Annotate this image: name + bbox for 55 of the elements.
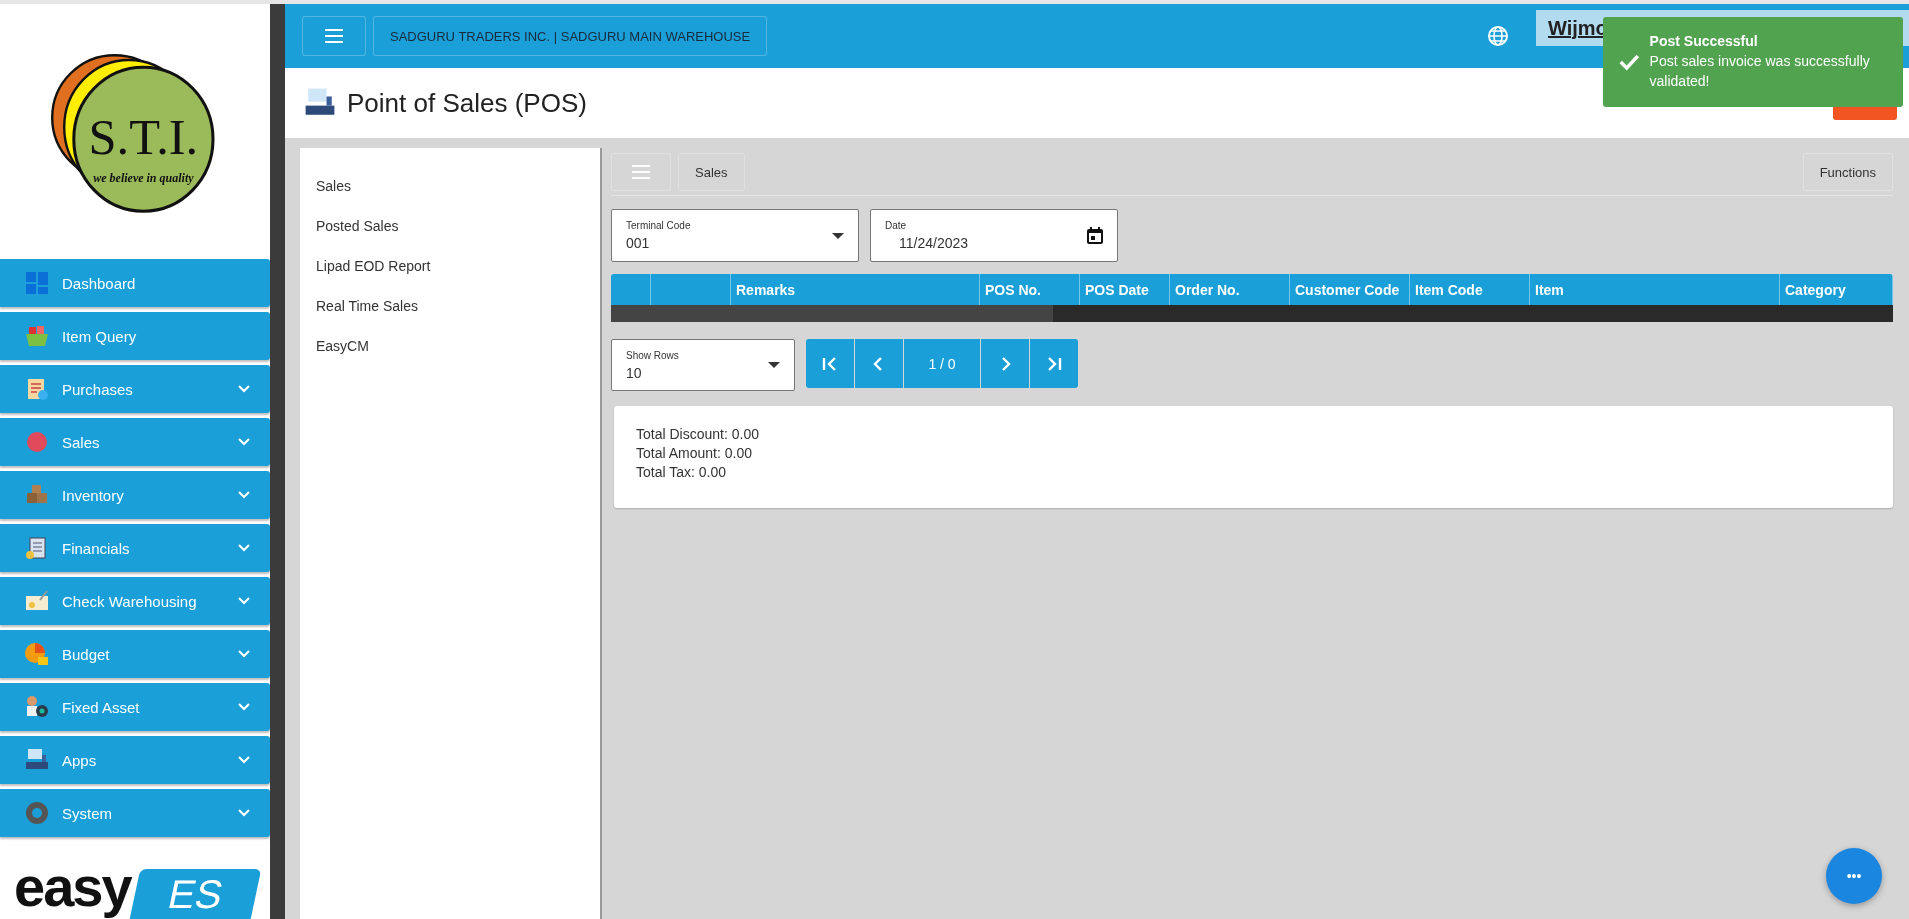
checkmark-icon <box>1619 53 1640 71</box>
side-menu-item[interactable]: Real Time Sales <box>300 286 600 326</box>
basket-icon <box>24 323 50 349</box>
dropdown-arrow-icon <box>768 362 780 368</box>
chevron-down-icon <box>238 438 250 446</box>
sidebar-item[interactable]: Sales <box>0 418 270 466</box>
date-field[interactable]: Date 11/24/2023 <box>870 209 1118 262</box>
last-page-icon <box>1046 356 1062 371</box>
page-title: Point of Sales (POS) <box>347 87 588 119</box>
total-text: Total Discount: 0.00 <box>636 426 760 442</box>
total-text: Total Tax: 0.00 <box>636 464 728 480</box>
dropdown-arrow-icon <box>832 232 844 239</box>
menu-icon <box>632 165 650 179</box>
chevron-down-icon <box>238 809 250 817</box>
chevron-down-icon <box>238 544 250 552</box>
sidebar-item[interactable]: Fixed Asset <box>0 683 270 731</box>
person-gear-icon <box>24 694 50 720</box>
horizontal-scrollbar[interactable] <box>611 305 1893 322</box>
menu-button[interactable] <box>611 153 671 191</box>
side-menu-item[interactable]: Sales <box>300 166 600 206</box>
sidebar-item[interactable]: Check Warehousing <box>0 577 270 625</box>
side-menu-item[interactable]: EasyCM <box>300 326 600 366</box>
page-indicator: 1 / 0 <box>904 339 980 388</box>
sales-tab[interactable]: Sales <box>678 153 745 191</box>
sidebar-item[interactable]: Budget <box>0 630 270 678</box>
sidebar-item[interactable]: Purchases <box>0 365 270 413</box>
toast-message: Post sales invoice was successfully validated! <box>1649 52 1871 91</box>
toast-title: Post Successful <box>1649 33 1759 49</box>
chevron-down-icon <box>238 703 250 711</box>
sidebar-item[interactable]: Dashboard <box>0 259 270 307</box>
menu-icon <box>325 29 343 43</box>
sidebar-item[interactable]: Item Query <box>0 312 270 360</box>
sidebar-item[interactable]: Inventory <box>0 471 270 519</box>
sidebar-item[interactable]: System <box>0 789 270 837</box>
chevron-down-icon <box>238 597 250 605</box>
first-page-icon <box>822 356 838 371</box>
chevron-down-icon <box>238 650 250 658</box>
side-menu-item[interactable]: Lipad EOD Report <box>300 246 600 286</box>
company-button[interactable]: SADGURU TRADERS INC. | SADGURU MAIN WAREHOUSE <box>373 16 768 56</box>
calendar-icon <box>1087 227 1103 244</box>
select-field[interactable]: Terminal Code 001 <box>611 209 859 262</box>
show-rows-select[interactable]: Show Rows 10 <box>611 339 795 391</box>
last-page-button[interactable] <box>1030 339 1078 388</box>
globe-icon[interactable] <box>1487 25 1509 47</box>
pie-chart-icon <box>24 641 50 667</box>
chevron-down-icon <box>238 756 250 764</box>
dashboard-icon <box>24 270 50 296</box>
functions-button[interactable]: Functions <box>1802 153 1893 191</box>
chevron-down-icon <box>238 491 250 499</box>
total-text: Total Amount: 0.00 <box>636 445 753 461</box>
side-menu-item[interactable]: Posted Sales <box>300 206 600 246</box>
first-page-button[interactable] <box>806 339 854 388</box>
sidebar-item[interactable]: Financials <box>0 524 270 572</box>
chevron-down-icon <box>238 385 250 393</box>
sidebar-item[interactable]: Apps <box>0 736 270 784</box>
